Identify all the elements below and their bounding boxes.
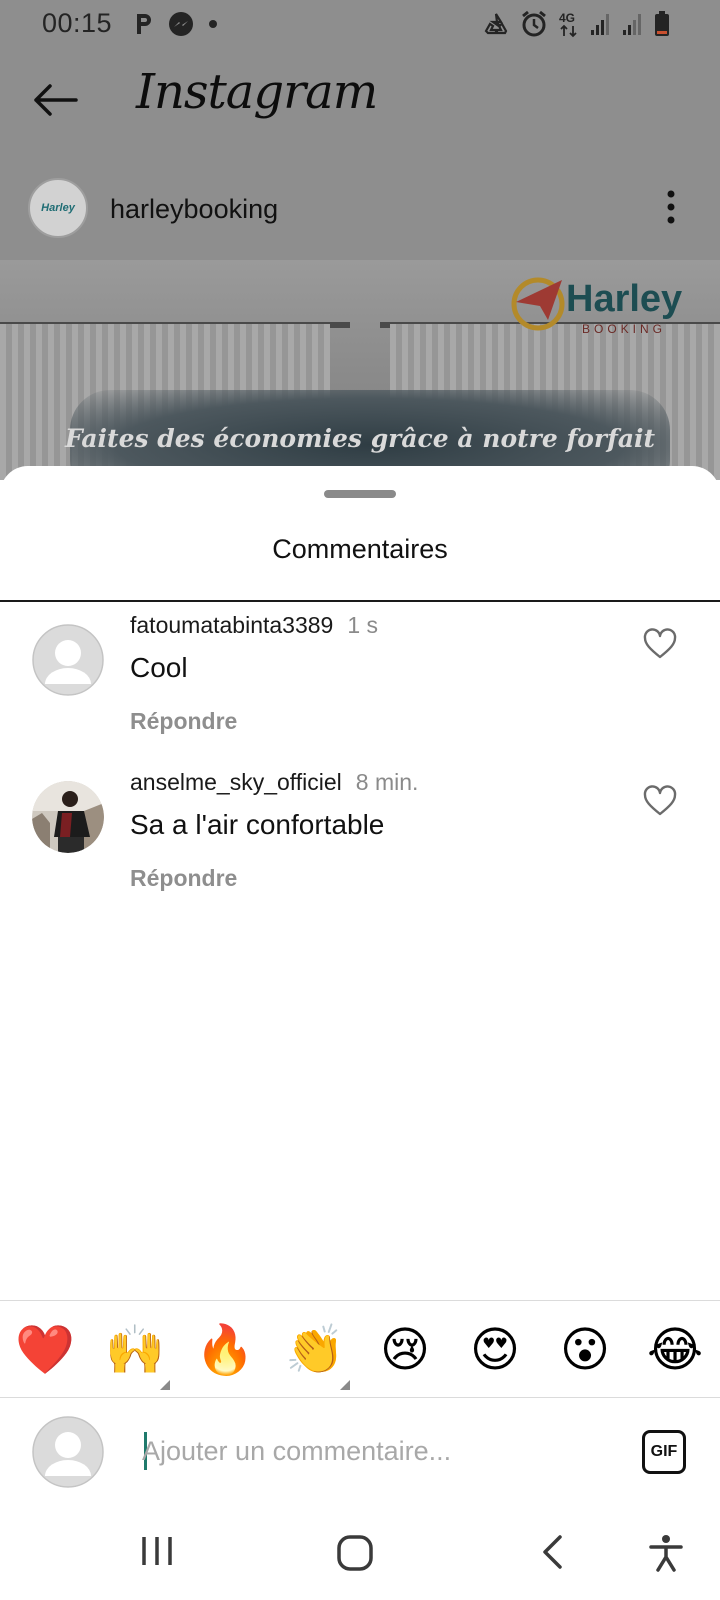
back-icon[interactable]: [540, 1534, 566, 1570]
status-left-icons: [134, 10, 218, 38]
tears-of-joy-emoji-button[interactable]: 😂: [645, 1320, 705, 1380]
comment-username[interactable]: fatoumatabinta3389 1 s: [130, 612, 378, 639]
brand-logo: Harley BOOKING: [510, 272, 690, 342]
skin-tone-indicator: [160, 1380, 170, 1390]
post-image-caption: Faites des économies grâce à notre forfa…: [64, 424, 656, 453]
background-post-view: 00:15 4G Instagram Harley harleybooking: [0, 0, 720, 480]
brand-name: Harley: [566, 278, 683, 320]
clapping-hands-emoji-button[interactable]: 👏: [285, 1320, 345, 1380]
like-heart-icon[interactable]: [643, 628, 677, 660]
comment-username-text[interactable]: fatoumatabinta3389: [130, 612, 333, 638]
comment-username-text[interactable]: anselme_sky_officiel: [130, 769, 342, 795]
alarm-icon: [522, 10, 546, 37]
comment-composer: GIF: [0, 1398, 720, 1508]
system-nav-bar: [0, 1508, 720, 1600]
back-arrow-icon[interactable]: [30, 80, 80, 120]
surprised-face-emoji-button[interactable]: 😮: [555, 1320, 615, 1380]
recycle-icon: [484, 13, 508, 35]
post-image[interactable]: Faites des économies grâce à notre forfa…: [0, 260, 720, 480]
reply-button[interactable]: Répondre: [130, 865, 237, 892]
comment-time: 1 s: [347, 612, 379, 638]
crying-face-emoji-button[interactable]: 😢: [375, 1320, 435, 1380]
brand-subtitle: BOOKING: [582, 322, 667, 336]
notification-dot-icon: [209, 20, 217, 28]
post-avatar-logo-text: Harley: [41, 202, 75, 214]
app-header: Instagram: [0, 56, 720, 148]
parking-icon: [137, 14, 151, 34]
fire-emoji-button[interactable]: 🔥: [195, 1320, 255, 1380]
reply-button[interactable]: Répondre: [130, 708, 237, 735]
heart-eyes-emoji-button[interactable]: 😍: [465, 1320, 525, 1380]
sheet-title-divider: [0, 600, 720, 602]
quick-reactions-bar: ❤️ 🙌 🔥 👏 😢 😍 😮 😂: [0, 1306, 720, 1396]
post-username[interactable]: harleybooking: [110, 194, 278, 225]
comment-input[interactable]: [142, 1426, 602, 1476]
comment-text: Sa a l'air confortable: [130, 809, 385, 840]
comment-avatar[interactable]: [32, 624, 104, 696]
comment-avatar[interactable]: [32, 781, 104, 853]
comment-item: fatoumatabinta3389 1 s Cool Répondre: [0, 612, 720, 752]
like-heart-icon[interactable]: [643, 785, 677, 817]
post-header: Harley harleybooking: [0, 176, 720, 252]
user-photo-avatar: [32, 781, 104, 853]
brand-plane-icon: [511, 277, 565, 331]
recent-apps-icon[interactable]: [140, 1534, 174, 1568]
sheet-title: Commentaires: [272, 534, 448, 564]
post-author-avatar[interactable]: Harley: [28, 178, 88, 238]
status-bar: 00:15 4G: [0, 0, 720, 48]
red-heart-emoji-button[interactable]: ❤️: [15, 1320, 75, 1380]
comment-username[interactable]: anselme_sky_officiel 8 min.: [130, 769, 418, 796]
network-label: 4G: [559, 11, 575, 25]
status-time: 00:15: [42, 8, 113, 38]
skin-tone-indicator: [340, 1380, 350, 1390]
messenger-icon: [169, 12, 193, 36]
sheet-drag-handle[interactable]: [324, 490, 396, 498]
status-right-icons: 4G: [482, 10, 670, 38]
network-4g-icon: 4G: [559, 11, 577, 38]
accessibility-icon[interactable]: [648, 1534, 684, 1572]
my-avatar: [32, 1416, 104, 1488]
home-icon[interactable]: [336, 1534, 374, 1572]
gif-button[interactable]: GIF: [642, 1430, 686, 1474]
more-vertical-icon[interactable]: [666, 190, 676, 224]
default-avatar-icon: [32, 624, 104, 696]
battery-low-icon: [655, 11, 669, 36]
reactions-divider: [0, 1300, 720, 1301]
comment-time: 8 min.: [355, 769, 419, 795]
signal-icon: [623, 14, 641, 35]
app-title: Instagram: [136, 64, 378, 120]
comment-item: anselme_sky_officiel 8 min. Sa a l'air co…: [0, 769, 720, 909]
signal-icon: [591, 14, 609, 35]
default-avatar-icon: [32, 1416, 104, 1488]
raising-hands-emoji-button[interactable]: 🙌: [105, 1320, 165, 1380]
comment-text: Cool: [130, 652, 188, 683]
